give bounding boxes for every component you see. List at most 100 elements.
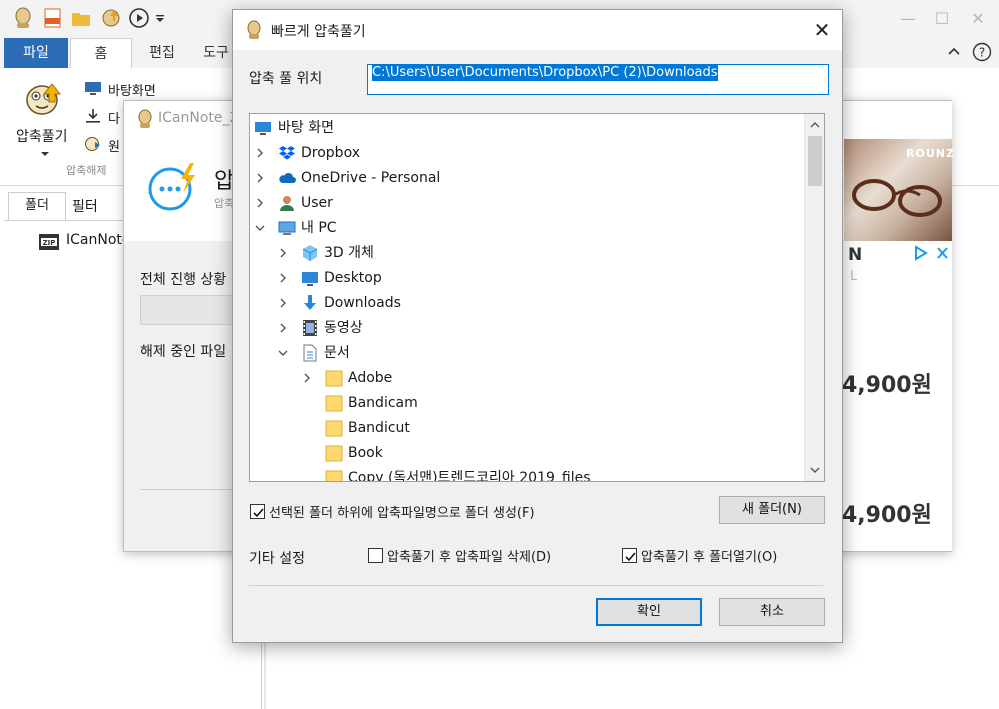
open-after-checkbox[interactable] xyxy=(622,548,637,563)
ad-choices-icon[interactable] xyxy=(914,245,950,261)
overall-progress-text: 전체 진행 상황 xyxy=(140,272,227,288)
tab-edit[interactable]: 편집 xyxy=(136,38,188,68)
tree-item-label: 동영상 xyxy=(324,320,363,336)
cancel-button[interactable]: 취소 xyxy=(719,598,825,626)
dialog-close-icon[interactable]: ✕ xyxy=(807,16,837,44)
create-subfolder-checkbox[interactable] xyxy=(250,504,265,519)
play-icon[interactable] xyxy=(128,7,150,29)
dialog-title: 빠르게 압축풀기 xyxy=(271,24,366,40)
minimize-icon[interactable]: — xyxy=(896,8,920,30)
pc-icon xyxy=(278,219,296,237)
tree-scrollbar[interactable] xyxy=(804,114,824,481)
video-icon xyxy=(301,319,319,337)
scroll-down-icon[interactable] xyxy=(809,464,821,476)
tab-tools[interactable]: 도구 xyxy=(200,38,232,68)
tree-item-label: 문서 xyxy=(324,345,350,361)
extract-button-label[interactable]: 압축풀기 xyxy=(16,126,68,146)
chevron-right-icon[interactable] xyxy=(277,247,289,259)
folder-icon xyxy=(325,369,343,387)
chevron-down-icon[interactable] xyxy=(277,347,289,359)
extract-original-label: 원 xyxy=(108,140,120,155)
tab-file[interactable]: 파일 xyxy=(4,38,68,68)
tab-filter[interactable]: 필터 xyxy=(72,196,98,216)
tree-item-label: Copy (독서맨)트렌드코리아 2019_files xyxy=(348,470,591,482)
ok-button[interactable]: 확인 xyxy=(596,598,702,626)
download-icon xyxy=(301,294,319,312)
new-folder-button[interactable]: 새 폴더(N) xyxy=(719,496,825,524)
zip-file-icon: ZIP xyxy=(38,233,60,251)
user-icon xyxy=(278,194,296,212)
onedrive-icon xyxy=(278,169,296,187)
3d-objects-icon xyxy=(301,244,319,262)
ad-letter-l: L xyxy=(850,269,858,284)
scroll-up-icon[interactable] xyxy=(809,119,821,131)
tree-item-label: Desktop xyxy=(324,270,382,286)
tab-home[interactable]: 홈 xyxy=(70,38,132,69)
tree-item-label: Dropbox xyxy=(301,145,360,161)
tree-item-label: 3D 개체 xyxy=(324,245,374,261)
close-icon[interactable]: ✕ xyxy=(966,8,990,30)
chevron-right-icon[interactable] xyxy=(277,322,289,334)
ad-letter-n: N xyxy=(848,245,863,265)
tree-item-label: Bandicam xyxy=(348,395,418,411)
chevron-right-icon[interactable] xyxy=(277,272,289,284)
tree-item-label: 바탕 화면 xyxy=(278,120,334,136)
app-logo-icon xyxy=(245,20,263,40)
tree-item-label: Adobe xyxy=(348,370,393,386)
tree-item-label: ICanNote xyxy=(66,232,131,248)
tree-item-label: Book xyxy=(348,445,383,461)
other-settings-label: 기타 설정 xyxy=(249,551,305,567)
folder-tree: 바탕 화면 Dropbox OneDrive - Personal User 내… xyxy=(249,113,825,482)
ad-price-2: 4,900원 xyxy=(842,503,932,528)
customize-quick-access-icon[interactable] xyxy=(154,7,166,29)
tree-item-label: User xyxy=(301,195,333,211)
extract-dropdown-icon[interactable] xyxy=(40,150,50,158)
help-icon[interactable]: ? xyxy=(972,42,992,62)
chevron-right-icon[interactable] xyxy=(254,172,266,184)
progress-window-title: ICanNote_2 xyxy=(158,110,239,126)
destination-label: 압축 풀 위치 xyxy=(249,71,323,87)
extracting-file-label: 해제 중인 파일 xyxy=(140,344,227,360)
desktop-icon xyxy=(301,269,319,287)
tree-item-label: Downloads xyxy=(324,295,401,311)
extract-quick-icon[interactable] xyxy=(100,7,122,29)
folder-icon xyxy=(325,469,343,481)
tree-item-label: 내 PC xyxy=(301,220,337,236)
svg-text:ZIP: ZIP xyxy=(43,239,56,247)
monitor-icon xyxy=(84,80,102,96)
tree-item-label: Bandicut xyxy=(348,420,410,436)
desktop-icon xyxy=(254,119,272,137)
scrollbar-thumb[interactable] xyxy=(808,136,822,186)
extract-to-desktop-label: 바탕화면 xyxy=(108,84,156,99)
dialog-titlebar: 빠르게 압축풀기 ✕ xyxy=(233,10,842,50)
destination-path-input[interactable]: C:\Users\User\Documents\Dropbox\PC (2)\D… xyxy=(367,64,829,95)
chevron-right-icon[interactable] xyxy=(254,197,266,209)
new-zip-icon[interactable] xyxy=(42,7,64,29)
extract-big-icon[interactable] xyxy=(22,78,66,122)
chevron-down-icon[interactable] xyxy=(254,222,266,234)
open-folder-icon[interactable] xyxy=(70,7,92,29)
open-after-label[interactable]: 압축풀기 후 폴더열기(O) xyxy=(641,546,777,565)
tab-folder[interactable]: 폴더 xyxy=(8,192,66,220)
delete-after-checkbox[interactable] xyxy=(368,548,383,563)
chevron-right-icon[interactable] xyxy=(277,297,289,309)
chat-bolt-icon xyxy=(144,161,206,213)
maximize-icon[interactable]: ☐ xyxy=(930,8,954,30)
dropbox-icon xyxy=(278,144,296,162)
create-subfolder-label[interactable]: 선택된 폴더 하위에 압축파일명으로 폴더 생성(F) xyxy=(269,502,535,521)
collapse-ribbon-icon[interactable] xyxy=(946,44,962,60)
ad-price-1: 4,900원 xyxy=(842,373,932,398)
extract-folder-icon xyxy=(84,136,102,152)
chevron-right-icon[interactable] xyxy=(301,372,313,384)
main-area-divider xyxy=(264,640,266,709)
folder-icon xyxy=(325,419,343,437)
progress-separator xyxy=(140,489,240,490)
app-logo-icon xyxy=(12,7,34,29)
dialog-separator xyxy=(249,585,823,586)
folder-icon xyxy=(325,444,343,462)
documents-icon xyxy=(301,344,319,362)
chevron-right-icon[interactable] xyxy=(254,147,266,159)
delete-after-label[interactable]: 압축풀기 후 압축파일 삭제(D) xyxy=(387,546,551,565)
tree-item-label: OneDrive - Personal xyxy=(301,170,441,186)
app-logo-icon xyxy=(136,109,154,129)
